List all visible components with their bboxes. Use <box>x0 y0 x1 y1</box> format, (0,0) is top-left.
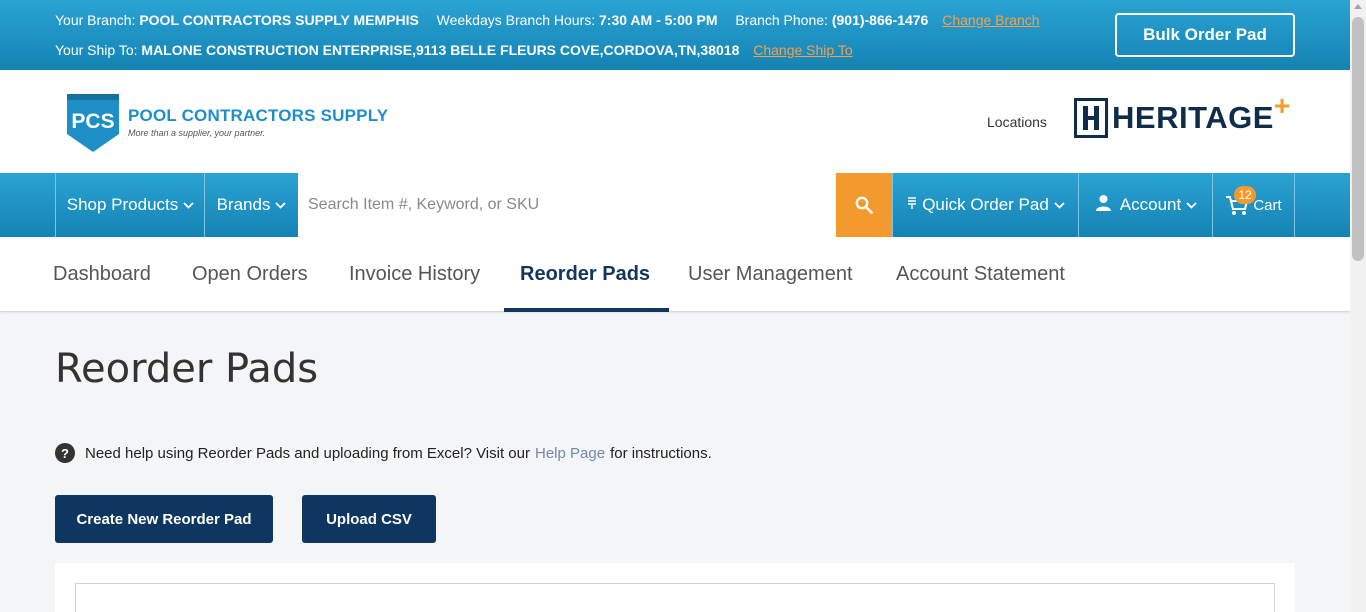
account-menu[interactable]: Account <box>1078 173 1213 237</box>
ship-to-value: MALONE CONSTRUCTION ENTERPRISE,9113 BELL… <box>141 42 740 58</box>
create-reorder-pad-button[interactable]: Create New Reorder Pad <box>55 495 273 543</box>
reorder-pads-table <box>75 583 1275 612</box>
heritage-logo[interactable]: HERITAGE + <box>1074 90 1290 138</box>
branch-name: POOL CONTRACTORS SUPPLY MEMPHIS <box>139 12 419 28</box>
logo-name: POOL CONTRACTORS SUPPLY <box>128 106 389 125</box>
help-notice: ? Need help using Reorder Pads and uploa… <box>55 443 712 463</box>
change-branch-link[interactable]: Change Branch <box>942 12 1039 28</box>
upload-csv-button[interactable]: Upload CSV <box>302 495 436 543</box>
help-page-link[interactable]: Help Page <box>535 445 605 462</box>
chevron-down-icon <box>183 198 194 212</box>
page-title: Reorder Pads <box>55 346 319 392</box>
cart-button[interactable]: Cart <box>1212 173 1295 237</box>
logo-mark: PCS <box>71 110 114 133</box>
chevron-down-icon <box>1054 198 1065 212</box>
shop-products-menu[interactable]: Shop Products <box>55 173 205 237</box>
brands-label: Brands <box>216 195 271 214</box>
tab-account-statement[interactable]: Account Statement <box>896 237 1065 312</box>
hours-label: Weekdays Branch Hours: <box>436 12 596 28</box>
cart-label: Cart <box>1253 196 1282 214</box>
ship-to-line: Your Ship To: MALONE CONSTRUCTION ENTERP… <box>55 42 853 58</box>
pcs-shield-icon: PCS <box>67 94 119 152</box>
plus-icon: + <box>1273 90 1291 121</box>
logo-tagline: More than a supplier, your partner. <box>128 128 266 138</box>
search-input[interactable] <box>298 173 836 237</box>
bulk-order-pad-button[interactable]: Bulk Order Pad <box>1115 13 1295 57</box>
heritage-wordmark: HERITAGE <box>1112 100 1274 135</box>
phone-label: Branch Phone: <box>735 12 828 28</box>
search-icon <box>855 196 873 214</box>
branch-info-line: Your Branch: POOL CONTRACTORS SUPPLY MEM… <box>55 12 1040 28</box>
cart-count-badge: 12 <box>1234 186 1256 204</box>
tab-open-orders[interactable]: Open Orders <box>192 237 308 312</box>
branch-info-bar: Your Branch: POOL CONTRACTORS SUPPLY MEM… <box>0 0 1350 70</box>
heritage-h-icon <box>1074 98 1108 138</box>
quick-order-icon <box>907 195 917 215</box>
main-navbar: Shop Products Brands Quick Order Pad Acc… <box>0 173 1350 237</box>
phone-value: (901)-866-1476 <box>831 12 929 28</box>
help-text: Need help using Reorder Pads and uploadi… <box>85 444 530 462</box>
scrollbar-thumb[interactable] <box>1352 17 1364 261</box>
branch-label: Your Branch: <box>55 12 136 28</box>
site-header: PCS POOL CONTRACTORS SUPPLY More than a … <box>0 70 1350 173</box>
pcs-logo[interactable]: PCS POOL CONTRACTORS SUPPLY More than a … <box>64 90 388 154</box>
change-ship-to-link[interactable]: Change Ship To <box>753 42 852 58</box>
search-button[interactable] <box>836 173 892 237</box>
locations-link[interactable]: Locations <box>987 114 1047 130</box>
question-icon: ? <box>55 443 75 463</box>
scroll-up-icon[interactable] <box>1354 4 1362 9</box>
tab-invoice-history[interactable]: Invoice History <box>349 237 480 312</box>
user-icon <box>1095 194 1112 216</box>
account-label: Account <box>1119 195 1182 214</box>
active-tab-indicator <box>504 308 669 312</box>
tab-reorder-pads[interactable]: Reorder Pads <box>520 237 650 312</box>
chevron-down-icon <box>1186 198 1197 212</box>
ship-to-label: Your Ship To: <box>55 42 138 58</box>
tab-dashboard[interactable]: Dashboard <box>53 237 151 312</box>
account-tabs: Dashboard Open Orders Invoice History Re… <box>0 237 1350 312</box>
tab-user-management[interactable]: User Management <box>688 237 853 312</box>
chevron-down-icon <box>275 198 287 212</box>
shop-products-label: Shop Products <box>66 195 179 214</box>
brands-menu[interactable]: Brands <box>204 173 298 237</box>
quick-order-label: Quick Order Pad <box>922 195 1049 214</box>
hours-value: 7:30 AM - 5:00 PM <box>599 12 718 28</box>
help-text-suffix: for instructions. <box>610 444 712 462</box>
quick-order-pad-menu[interactable]: Quick Order Pad <box>892 173 1079 237</box>
